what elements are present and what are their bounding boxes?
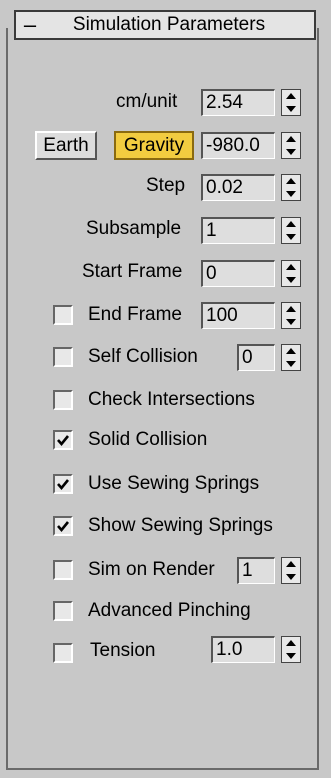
end-frame-field[interactable]: 100: [201, 302, 275, 329]
sim-on-render-label: Sim on Render: [88, 559, 215, 580]
self-collision-label: Self Collision: [88, 346, 198, 367]
check-intersections-checkbox[interactable]: [53, 390, 73, 410]
cm-unit-spinner[interactable]: [281, 89, 301, 116]
tension-checkbox[interactable]: [53, 643, 73, 663]
use-sewing-springs-label: Use Sewing Springs: [88, 473, 260, 494]
subsample-field[interactable]: 1: [201, 217, 275, 244]
subsample-label: Subsample: [86, 218, 182, 239]
end-frame-label: End Frame: [88, 304, 182, 325]
subsample-spinner[interactable]: [281, 217, 301, 244]
end-frame-spinner[interactable]: [281, 302, 301, 329]
step-spinner[interactable]: [281, 174, 301, 201]
cm-unit-label: cm/unit: [116, 91, 178, 112]
tension-spinner[interactable]: [281, 636, 301, 663]
tension-label: Tension: [90, 640, 156, 661]
self-collision-spinner[interactable]: [281, 344, 301, 371]
show-sewing-springs-label: Show Sewing Springs: [88, 515, 273, 536]
rollout-title: Simulation Parameters: [72, 14, 266, 35]
sim-on-render-field[interactable]: 1: [237, 557, 275, 584]
start-frame-spinner[interactable]: [281, 260, 301, 287]
start-frame-label: Start Frame: [82, 261, 183, 282]
step-field[interactable]: 0.02: [201, 174, 275, 201]
solid-collision-label: Solid Collision: [88, 429, 208, 450]
self-collision-checkbox[interactable]: [53, 347, 73, 367]
tension-field[interactable]: 1.0: [211, 636, 275, 663]
self-collision-field[interactable]: 0: [237, 344, 275, 371]
gravity-button[interactable]: Gravity: [114, 131, 194, 160]
use-sewing-springs-checkbox[interactable]: [53, 474, 73, 494]
solid-collision-checkbox[interactable]: [53, 430, 73, 450]
earth-button[interactable]: Earth: [35, 131, 97, 160]
sim-on-render-checkbox[interactable]: [53, 560, 73, 580]
collapse-toggle[interactable]: –: [16, 12, 44, 38]
gravity-spinner[interactable]: [281, 132, 301, 159]
check-intersections-label: Check Intersections: [88, 389, 255, 410]
sim-on-render-spinner[interactable]: [281, 557, 301, 584]
end-frame-checkbox[interactable]: [53, 305, 73, 325]
step-label: Step: [146, 175, 186, 196]
cm-unit-field[interactable]: 2.54: [201, 89, 275, 116]
advanced-pinching-checkbox[interactable]: [53, 601, 73, 621]
rollout-header[interactable]: – Simulation Parameters: [14, 10, 316, 40]
gravity-field[interactable]: -980.0: [201, 132, 275, 159]
show-sewing-springs-checkbox[interactable]: [53, 516, 73, 536]
advanced-pinching-label: Advanced Pinching: [88, 600, 251, 621]
start-frame-field[interactable]: 0: [201, 260, 275, 287]
